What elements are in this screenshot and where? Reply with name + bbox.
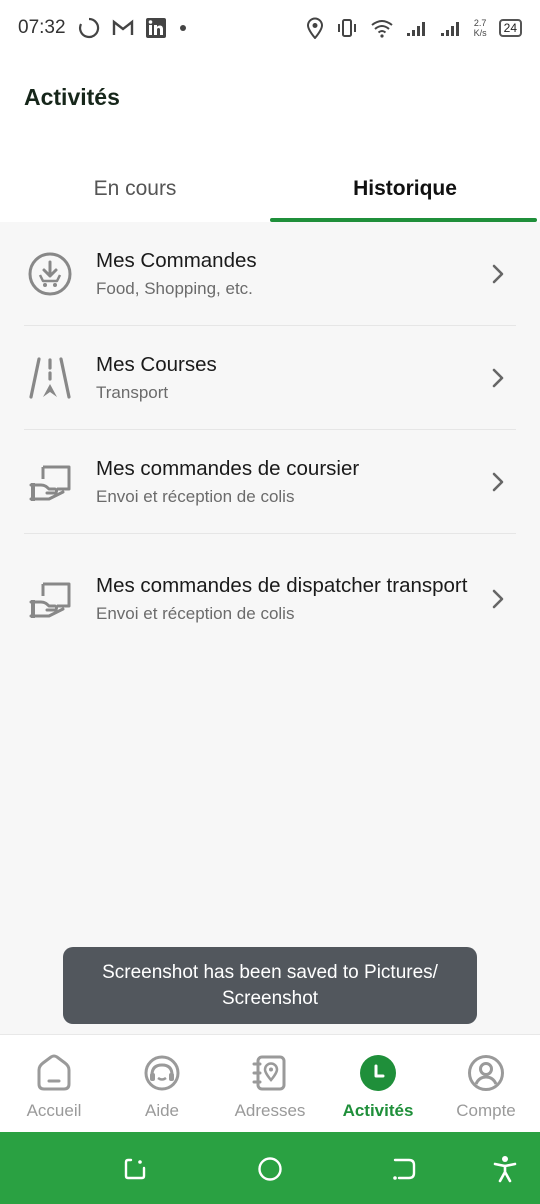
help-chat-icon <box>142 1053 182 1093</box>
nav-label: Accueil <box>26 1101 82 1120</box>
item-title: Mes commandes de dispatcher transport <box>96 574 468 597</box>
tab-bar: En cours Historique <box>0 156 540 222</box>
nav-item-accueil[interactable]: Accueil <box>0 1035 108 1132</box>
list-item-commandes-coursier[interactable]: Mes commandes de coursier Envoi et récep… <box>24 430 516 534</box>
road-icon <box>24 352 76 404</box>
page-title: Activités <box>24 84 120 110</box>
clock-icon <box>358 1053 398 1093</box>
header: Activités En cours Historique <box>0 56 540 222</box>
recents-icon[interactable] <box>122 1156 148 1182</box>
screenshot-toast: Screenshot has been saved to Pictures/ S… <box>63 947 477 1024</box>
list-item-mes-courses[interactable]: Mes Courses Transport <box>24 326 516 430</box>
battery-icon: 24 <box>498 19 522 37</box>
home-circle-icon[interactable] <box>257 1156 283 1182</box>
nav-label: Activités <box>342 1101 414 1120</box>
speed-unit: K/s <box>473 28 487 38</box>
signal-icon <box>440 19 462 37</box>
linkedin-icon <box>145 18 166 38</box>
chevron-right-icon <box>484 364 512 392</box>
accessibility-icon[interactable] <box>492 1156 518 1183</box>
activity-list: Mes Commandes Food, Shopping, etc. Mes C… <box>0 222 540 664</box>
vibrate-icon <box>336 18 358 38</box>
nav-label: Aide <box>144 1101 180 1120</box>
wifi-icon <box>370 18 394 38</box>
status-time: 07:32 <box>18 17 66 38</box>
item-subtitle: Food, Shopping, etc. <box>96 278 253 298</box>
item-title: Mes Commandes <box>96 248 257 272</box>
home-icon <box>34 1053 74 1093</box>
speed-value: 2.7 <box>473 18 487 28</box>
location-icon <box>306 17 324 39</box>
nav-item-aide[interactable]: Aide <box>108 1035 216 1132</box>
item-title: Mes Courses <box>96 352 217 376</box>
item-subtitle: Envoi et réception de colis <box>96 486 295 506</box>
network-speed: 2.7 K/s <box>474 18 487 38</box>
hand-package-icon <box>24 456 76 508</box>
cart-download-icon <box>24 248 76 300</box>
chevron-right-icon <box>484 585 512 613</box>
chevron-right-icon <box>484 260 512 288</box>
item-subtitle: Envoi et réception de colis <box>96 604 295 623</box>
hand-package-icon <box>24 573 76 625</box>
nav-item-compte[interactable]: Compte <box>432 1035 540 1132</box>
nav-label: Adresses <box>234 1101 306 1120</box>
nav-item-activites[interactable]: Activités <box>324 1035 432 1132</box>
nav-label: Compte <box>456 1101 516 1120</box>
account-icon <box>466 1053 506 1093</box>
system-nav-bar <box>0 1132 540 1204</box>
list-item-commandes-dispatcher[interactable]: Mes commandes de dispatcher transport En… <box>24 534 516 664</box>
loading-circle-icon <box>78 17 100 39</box>
address-book-icon <box>250 1053 290 1093</box>
bottom-nav: Accueil Aide Adresses Activités Compte <box>0 1034 540 1132</box>
item-title: Mes commandes de coursier <box>96 456 360 480</box>
item-subtitle: Transport <box>96 382 169 402</box>
tab-en-cours[interactable]: En cours <box>0 156 270 222</box>
tab-label: En cours <box>93 177 177 200</box>
signal-icon <box>406 19 428 37</box>
chevron-right-icon <box>484 468 512 496</box>
list-item-mes-commandes[interactable]: Mes Commandes Food, Shopping, etc. <box>24 222 516 326</box>
gmail-icon <box>112 19 134 37</box>
status-bar: 07:32 2.7 K/s 24 <box>0 0 540 56</box>
tab-label: Historique <box>353 177 457 200</box>
dot-icon <box>178 23 188 33</box>
nav-item-adresses[interactable]: Adresses <box>216 1035 324 1132</box>
tab-historique[interactable]: Historique <box>270 156 540 222</box>
back-icon[interactable] <box>391 1156 417 1182</box>
battery-level: 24 <box>503 21 517 35</box>
toast-message: Screenshot has been saved to Pictures/ S… <box>102 961 438 1009</box>
